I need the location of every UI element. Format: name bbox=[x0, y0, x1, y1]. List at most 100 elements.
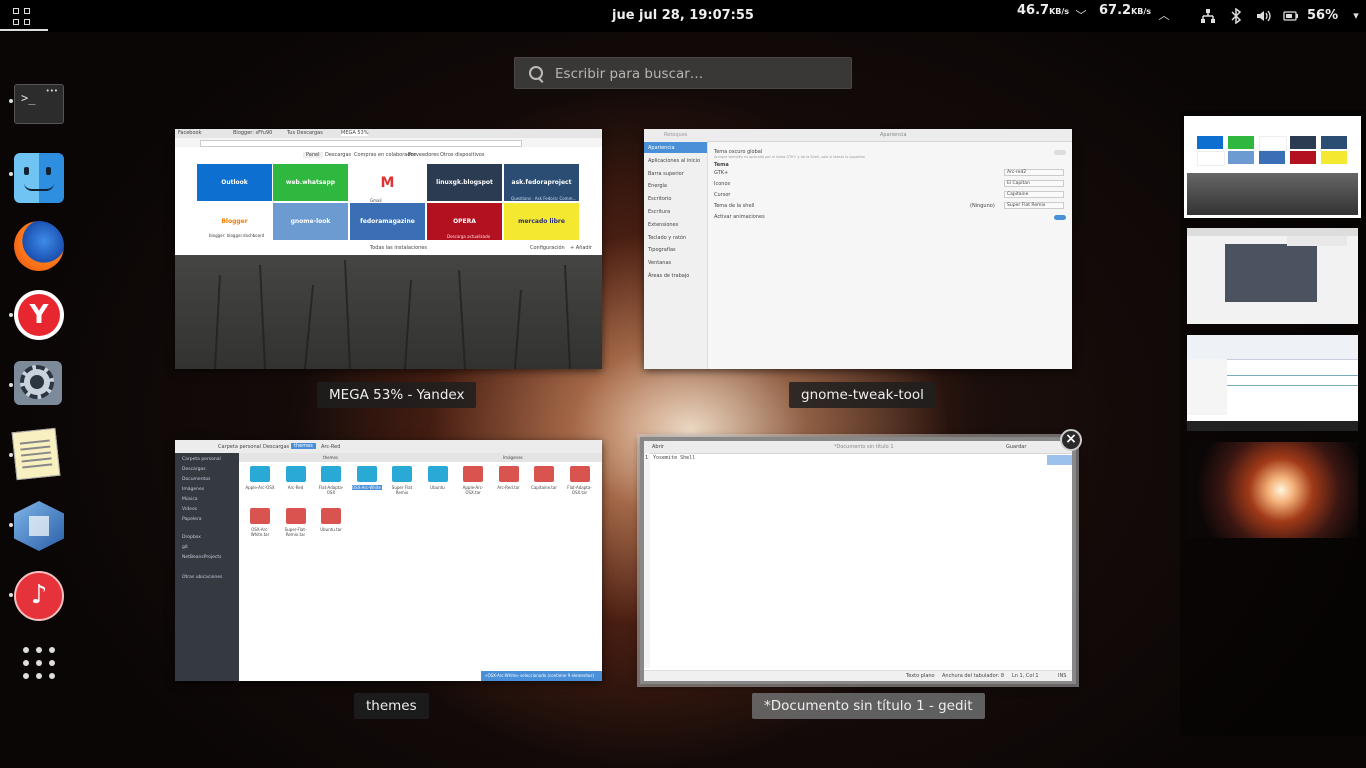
window-caption-gedit[interactable]: *Documento sin título 1 - gedit bbox=[752, 693, 985, 719]
upload-speed[interactable]: 67.2KB/s bbox=[1099, 3, 1151, 18]
browser-tab[interactable]: Blogger: sFfu90 bbox=[233, 130, 272, 136]
nautilus-sidebar-item[interactable]: Imágenes bbox=[182, 487, 204, 492]
add-link[interactable]: + Añadir bbox=[570, 245, 592, 251]
workspace-3[interactable] bbox=[1187, 335, 1358, 431]
tweak-sidebar-item[interactable]: Energía bbox=[648, 183, 667, 189]
tile-gnome-look[interactable]: gnome-look bbox=[273, 203, 348, 240]
theme-row-combo[interactable]: El Capitan bbox=[1004, 180, 1064, 187]
file-item[interactable]: Super Flat Remix bbox=[387, 466, 417, 506]
tweak-sidebar-item[interactable]: Aplicaciones al inicio bbox=[648, 158, 700, 164]
nautilus-sidebar-item[interactable]: git bbox=[182, 545, 188, 550]
network-wired-icon[interactable] bbox=[1200, 8, 1216, 24]
address-bar[interactable] bbox=[200, 140, 522, 147]
tweak-sidebar-item[interactable]: Ventanas bbox=[648, 260, 671, 266]
nautilus-sidebar-item[interactable]: Descargas bbox=[182, 467, 206, 472]
search-input[interactable] bbox=[553, 64, 847, 84]
browser-tab-active[interactable]: MEGA 53% bbox=[341, 130, 369, 136]
file-item[interactable]: Arc-Red bbox=[281, 466, 311, 506]
workspace-2[interactable] bbox=[1187, 228, 1358, 324]
window-gedit[interactable]: Abrir *Documento sin título 1 Guardar 1 … bbox=[637, 434, 1079, 687]
window-yandex[interactable]: Facebook Blogger: sFfu90 Tus Descargas M… bbox=[175, 129, 602, 369]
dark-theme-switch[interactable] bbox=[1054, 150, 1066, 155]
battery-icon[interactable] bbox=[1283, 8, 1299, 24]
nautilus-sidebar-item[interactable]: Carpeta personal bbox=[182, 457, 221, 462]
nautilus-sidebar-item[interactable]: Música bbox=[182, 497, 198, 502]
nautilus-sidebar-item[interactable]: Papelera bbox=[182, 517, 202, 522]
finder-icon[interactable] bbox=[14, 153, 64, 203]
nautilus-sidebar-item[interactable]: Dropbox bbox=[182, 535, 201, 540]
browser-tab[interactable]: Facebook bbox=[178, 130, 202, 136]
tile-outlook[interactable]: Outlook bbox=[197, 164, 272, 201]
battery-percentage[interactable]: 56% bbox=[1307, 8, 1338, 23]
path-themes[interactable]: themes bbox=[291, 443, 316, 449]
nautilus-sidebar-item[interactable]: NetBeansProjects bbox=[182, 555, 221, 560]
language-selector[interactable]: Texto plano bbox=[906, 673, 935, 679]
file-item[interactable]: OSX-Arc-White.tar bbox=[245, 508, 275, 548]
all-installs-link[interactable]: Todas las instalaciones bbox=[370, 245, 427, 251]
file-item[interactable]: Flat-Adapta-OSX bbox=[316, 466, 346, 506]
tab-themes[interactable]: themes bbox=[323, 455, 338, 460]
notes-icon[interactable] bbox=[11, 427, 61, 481]
nautilus-sidebar-item[interactable]: Otras ubicaciones bbox=[182, 575, 222, 580]
tweak-sidebar-item[interactable]: Extensiones bbox=[648, 222, 678, 228]
file-item[interactable]: OSX-Arc-White bbox=[351, 466, 382, 506]
tweak-sidebar-item[interactable]: Apariencia bbox=[648, 145, 675, 151]
animations-switch[interactable] bbox=[1054, 215, 1066, 220]
bluetooth-icon[interactable] bbox=[1228, 8, 1244, 24]
window-tweak-tool[interactable]: Retoques Apariencia Apariencia Aplicacion… bbox=[644, 129, 1072, 369]
music-icon[interactable]: ♪ bbox=[14, 571, 64, 621]
file-item[interactable]: Apple-Arc-OSX bbox=[245, 466, 275, 506]
nav-devices[interactable]: Otros dispositivos bbox=[440, 152, 484, 158]
tweak-sidebar-item[interactable]: Barra superior bbox=[648, 171, 684, 177]
volume-icon[interactable] bbox=[1255, 8, 1271, 24]
tab-width-selector[interactable]: Anchura del tabulador: 8 bbox=[942, 673, 1004, 679]
settings-icon[interactable] bbox=[14, 361, 62, 405]
close-window-button[interactable]: × bbox=[1060, 429, 1082, 451]
nav-downloads[interactable]: Descargas bbox=[325, 152, 351, 158]
file-item[interactable]: Super-Flat-Remix.tar bbox=[281, 508, 311, 548]
virtualbox-icon[interactable] bbox=[14, 501, 64, 551]
window-caption-yandex[interactable]: MEGA 53% - Yandex bbox=[317, 382, 477, 408]
tab-images[interactable]: Imágenes bbox=[503, 455, 523, 460]
download-speed[interactable]: 46.7KB/s bbox=[1017, 3, 1069, 18]
path-downloads[interactable]: Descargas bbox=[263, 444, 289, 450]
window-nautilus[interactable]: Carpeta personal Descargas themes Arc-Re… bbox=[175, 440, 602, 681]
path-arc-red[interactable]: Arc-Red bbox=[321, 444, 340, 450]
tile-mercadolibre[interactable]: mercado libre bbox=[504, 203, 579, 240]
gedit-open-button[interactable]: Abrir bbox=[652, 444, 664, 450]
theme-row-combo[interactable]: Super Flat Remix bbox=[1004, 202, 1064, 209]
tile-linuxgk[interactable]: linuxgk.blogspot bbox=[427, 164, 502, 201]
gedit-minimap[interactable] bbox=[1047, 455, 1072, 465]
nav-purchases[interactable]: Compras en colaborador bbox=[354, 152, 416, 158]
nav-providers[interactable]: Proveedores bbox=[408, 152, 439, 158]
file-item[interactable]: Ubuntu.tar bbox=[316, 508, 346, 548]
window-caption-tweak[interactable]: gnome-tweak-tool bbox=[789, 382, 936, 408]
file-item[interactable]: Ubuntu bbox=[423, 466, 453, 506]
file-item[interactable]: Arc-Red.tar bbox=[494, 466, 524, 506]
tweak-sidebar-item[interactable]: Teclado y ratón bbox=[648, 235, 686, 241]
nautilus-sidebar-item[interactable]: Documentos bbox=[182, 477, 210, 482]
nav-panel[interactable]: Panel bbox=[303, 152, 323, 158]
configure-link[interactable]: Configuración bbox=[530, 245, 565, 251]
file-item[interactable]: Flat-Adapta-OSX.tar bbox=[565, 466, 595, 506]
search-entry[interactable] bbox=[514, 57, 852, 89]
file-item[interactable]: Apple-Arc-OSX.tar bbox=[458, 466, 488, 506]
gedit-text-content[interactable]: Yosemite Shell bbox=[653, 455, 695, 461]
tile-gmail[interactable]: M bbox=[350, 164, 425, 201]
browser-tab[interactable]: Tus Descargas bbox=[287, 130, 323, 136]
path-home[interactable]: Carpeta personal bbox=[218, 444, 261, 450]
system-menu-arrow-icon[interactable]: ▾ bbox=[1348, 8, 1364, 24]
firefox-icon[interactable] bbox=[14, 221, 64, 271]
tweak-sidebar-item[interactable]: Tipografías bbox=[648, 247, 676, 253]
workspace-1[interactable] bbox=[1184, 116, 1361, 218]
yandex-icon[interactable]: Y bbox=[14, 290, 64, 340]
show-apps-icon[interactable] bbox=[22, 646, 56, 680]
tweak-sidebar-item[interactable]: Escritorio bbox=[648, 196, 671, 202]
window-caption-nautilus[interactable]: themes bbox=[354, 693, 429, 719]
file-item[interactable]: Capitaine.tar bbox=[529, 466, 559, 506]
theme-row-combo[interactable]: Capitaine bbox=[1004, 191, 1064, 198]
theme-row-combo[interactable]: Arc-red2 bbox=[1004, 169, 1064, 176]
tweak-sidebar-item[interactable]: Escritura bbox=[648, 209, 670, 215]
nautilus-sidebar-item[interactable]: Vídeos bbox=[182, 507, 197, 512]
terminal-icon[interactable]: >_ ••• bbox=[14, 84, 64, 124]
